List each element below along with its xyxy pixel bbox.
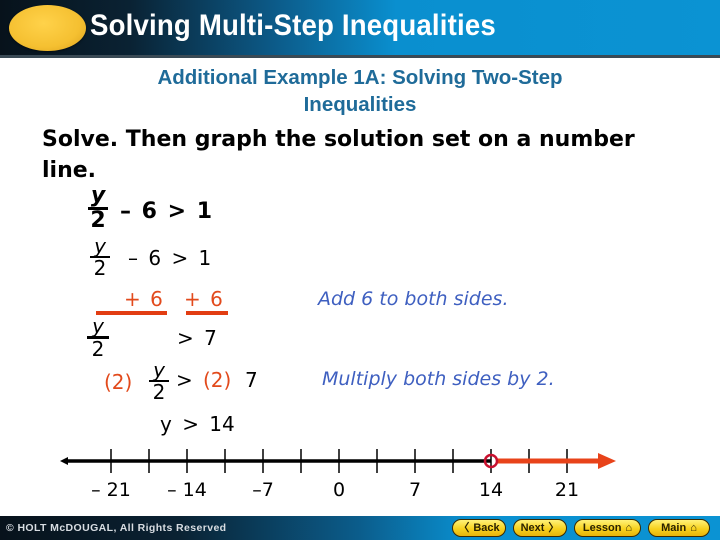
problem-numerator: y <box>90 183 106 208</box>
back-button[interactable]: 〈 Back <box>452 519 506 537</box>
main-button[interactable]: Main ⌂ <box>648 519 710 537</box>
right-arrow-icon <box>598 453 616 469</box>
step4-denominator: 2 <box>152 380 166 404</box>
tick-label: – 21 <box>91 479 131 501</box>
instruction-text: Solve. Then graph the solution set on a … <box>42 127 635 183</box>
step1-fraction: y 2 <box>90 236 110 278</box>
next-button[interactable]: Next 〉 <box>513 519 567 537</box>
chevron-left-icon: 〈 <box>458 521 470 534</box>
right-underline <box>186 311 228 315</box>
step3-fraction: y 2 <box>87 316 109 359</box>
lesson-button[interactable]: Lesson ⌂ <box>574 519 641 537</box>
header-bar: Solving Multi-Step Inequalities <box>0 0 720 58</box>
step4-left-factor: (2) <box>104 370 133 394</box>
step2-left-add: + 6 <box>124 287 163 311</box>
tick-label: –7 <box>252 479 274 501</box>
example-heading: Additional Example 1A: Solving Two-Step … <box>0 64 720 118</box>
tick-label: 14 <box>479 479 503 501</box>
example-heading-line2: Inequalities <box>303 93 417 116</box>
problem-rest: – 6 > 1 <box>120 199 213 224</box>
number-line: – 21 – 14 –7 0 7 14 21 <box>60 449 616 501</box>
tick-label: 7 <box>409 479 421 501</box>
step1-denominator: 2 <box>93 256 107 280</box>
next-button-label: Next <box>520 521 545 534</box>
copyright-text: © HOLT McDOUGAL, All Rights Reserved <box>6 522 227 534</box>
footer-bar: © HOLT McDOUGAL, All Rights Reserved 〈 B… <box>0 516 720 540</box>
problem-fraction: y 2 <box>88 185 108 232</box>
left-underline <box>96 311 167 315</box>
lesson-button-label: Lesson <box>582 521 622 534</box>
step1-rest: – 6 > 1 <box>128 246 212 270</box>
step1-numerator: y <box>94 234 106 258</box>
chevron-right-icon: 〉 <box>548 521 560 534</box>
step5-result: y > 14 <box>160 412 235 436</box>
step2-right-add: + 6 <box>184 287 223 311</box>
step4-gt: > <box>176 368 193 392</box>
example-heading-line1: Additional Example 1A: Solving Two-Step <box>157 66 563 89</box>
tick-label: – 14 <box>167 479 207 501</box>
step4-explanation: Multiply both sides by 2. <box>322 368 555 390</box>
back-button-label: Back <box>473 521 500 534</box>
left-arrow-icon <box>60 457 68 465</box>
logo-oval-icon <box>9 5 86 51</box>
step4-right-value: 7 <box>245 368 258 392</box>
tick-label: 0 <box>333 479 345 501</box>
step2-explanation: Add 6 to both sides. <box>318 288 509 310</box>
step4-fraction: y 2 <box>149 360 169 402</box>
main-button-label: Main <box>661 521 687 534</box>
page-title: Solving Multi-Step Inequalities <box>90 9 496 42</box>
step4-right-factor: (2) <box>203 368 232 392</box>
step3-numerator: y <box>92 314 104 338</box>
home-icon: ⌂ <box>625 521 633 534</box>
tick-label: 21 <box>555 479 579 501</box>
step3-rest: > 7 <box>177 326 217 350</box>
step4-numerator: y <box>153 358 165 382</box>
home-icon: ⌂ <box>690 521 697 534</box>
step3-denominator: 2 <box>91 337 105 361</box>
problem-denominator: 2 <box>90 208 106 233</box>
